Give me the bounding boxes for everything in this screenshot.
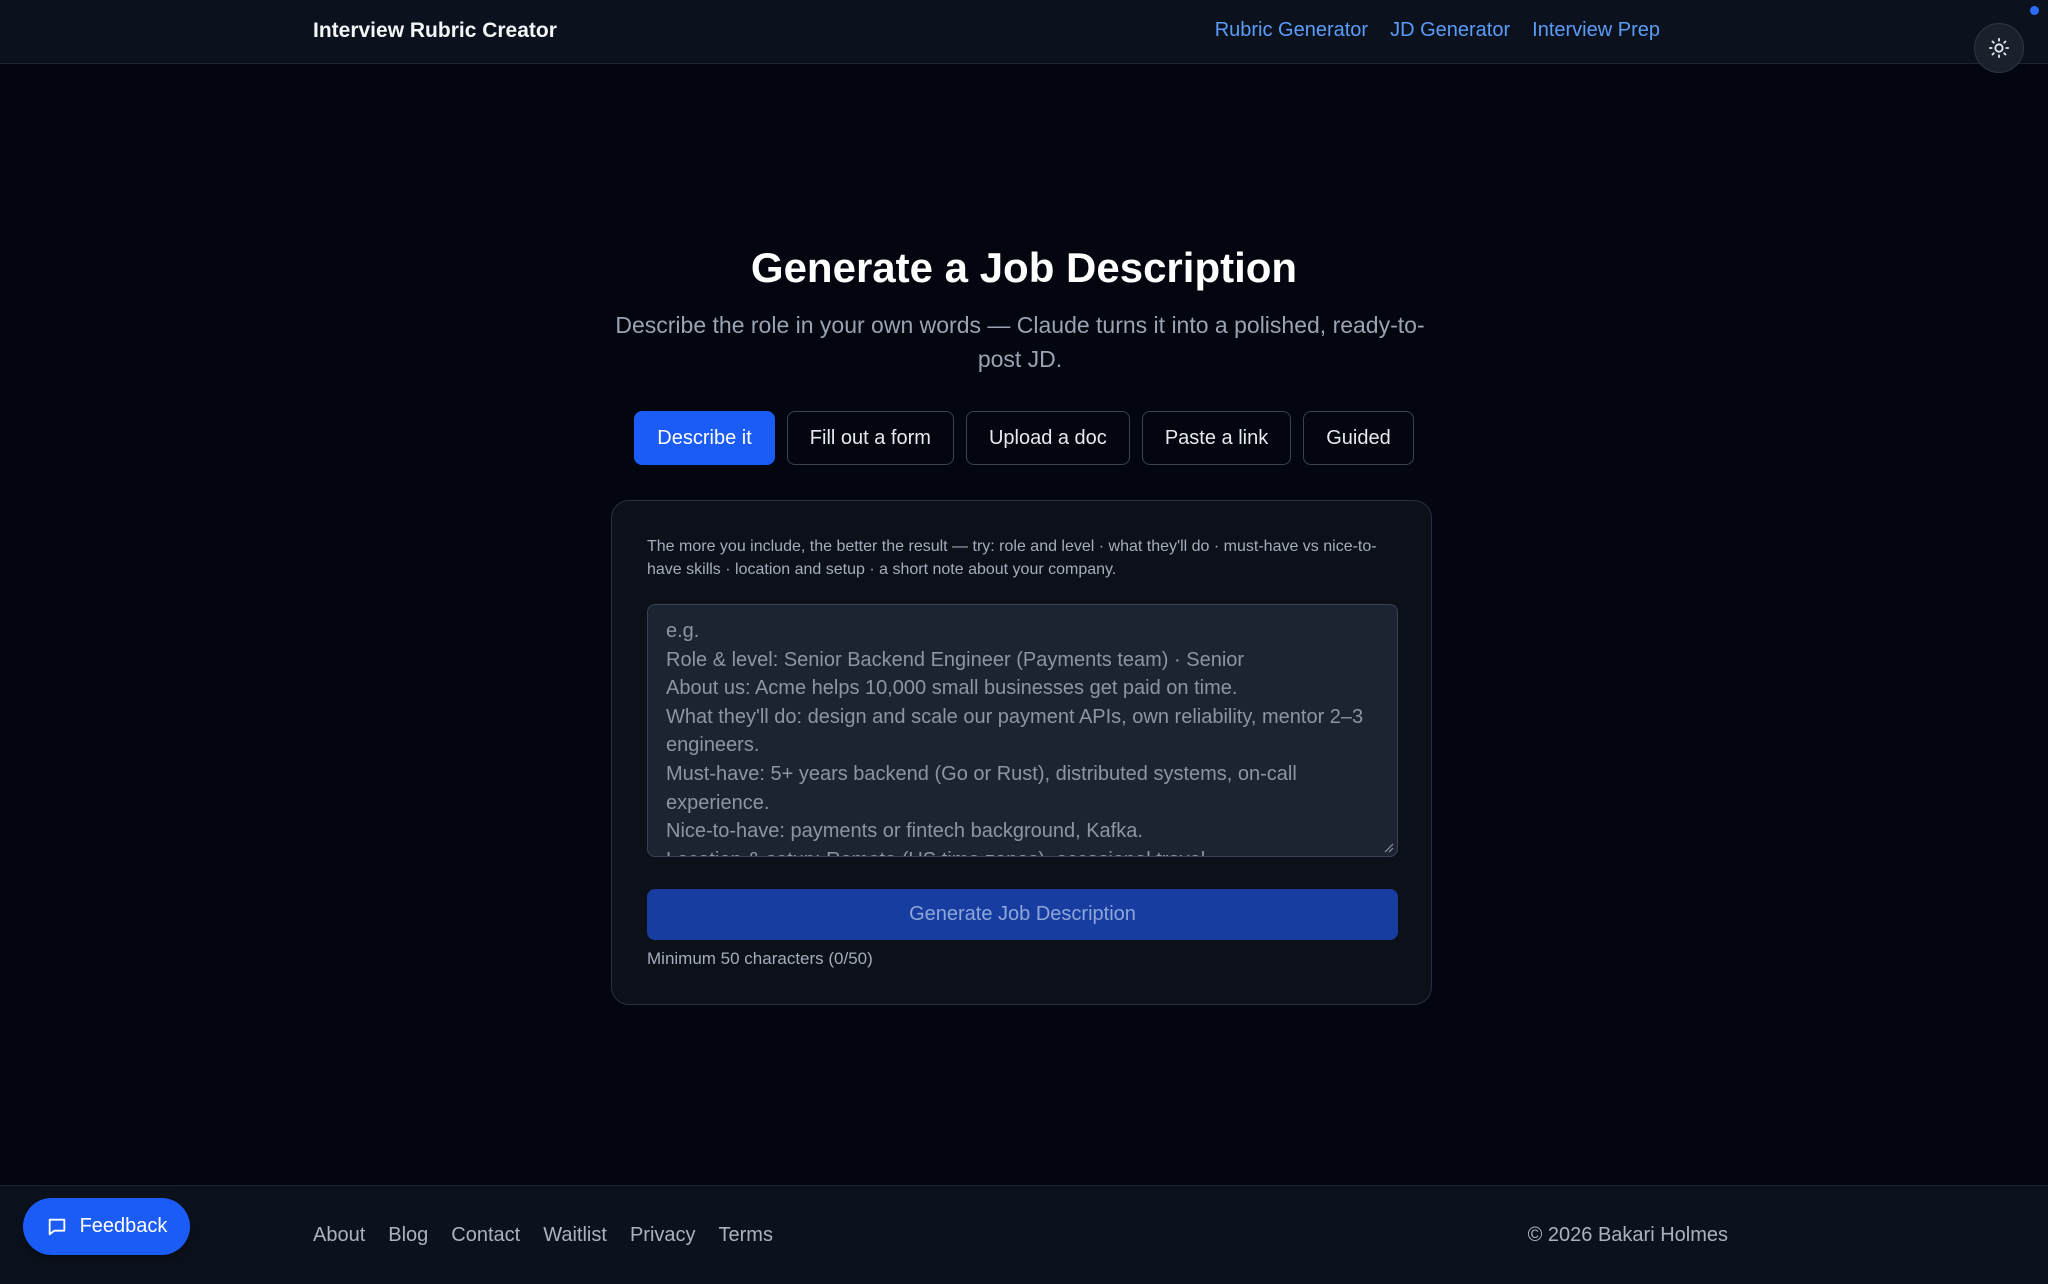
sun-icon xyxy=(1988,37,2010,59)
input-hint: The more you include, the better the res… xyxy=(647,538,1377,578)
footer-links: About Blog Contact Waitlist Privacy Term… xyxy=(313,1224,773,1247)
nav-interview-prep[interactable]: Interview Prep xyxy=(1532,19,1660,42)
input-mode-tabs: Describe it Fill out a form Upload a doc… xyxy=(0,411,2048,465)
tab-describe-it[interactable]: Describe it xyxy=(634,411,775,465)
nav-rubric-generator[interactable]: Rubric Generator xyxy=(1215,19,1368,42)
page-footer: About Blog Contact Waitlist Privacy Term… xyxy=(0,1185,2048,1284)
describe-card: The more you include, the better the res… xyxy=(611,500,1432,1005)
feedback-label: Feedback xyxy=(79,1215,168,1237)
top-header: Interview Rubric Creator Rubric Generato… xyxy=(0,0,2048,64)
resize-handle-icon[interactable] xyxy=(1384,843,1394,853)
page-subtitle: Describe the role in your own words — Cl… xyxy=(615,312,1425,372)
role-description-input[interactable] xyxy=(647,604,1398,857)
footer-link-terms[interactable]: Terms xyxy=(719,1224,773,1247)
tab-paste-link[interactable]: Paste a link xyxy=(1141,411,1292,465)
footer-link-blog[interactable]: Blog xyxy=(388,1224,428,1247)
copyright-text: © 2026 Bakari Holmes xyxy=(1527,1224,1728,1246)
character-count-note: Minimum 50 characters (0/50) xyxy=(647,949,873,968)
chat-bubble-icon xyxy=(48,1218,65,1235)
feedback-button[interactable]: Feedback xyxy=(23,1198,190,1255)
footer-link-privacy[interactable]: Privacy xyxy=(630,1224,696,1247)
footer-link-contact[interactable]: Contact xyxy=(451,1224,520,1247)
notification-dot xyxy=(2030,6,2039,15)
main-nav: Rubric Generator JD Generator Interview … xyxy=(1215,19,1660,42)
page-title: Generate a Job Description xyxy=(750,244,1298,291)
tab-guided[interactable]: Guided xyxy=(1303,411,1414,465)
generate-jd-button[interactable]: Generate Job Description xyxy=(647,889,1398,940)
tab-fill-out-form[interactable]: Fill out a form xyxy=(786,411,954,465)
tab-upload-doc[interactable]: Upload a doc xyxy=(965,411,1130,465)
brand-title: Interview Rubric Creator xyxy=(313,19,557,42)
nav-jd-generator[interactable]: JD Generator xyxy=(1390,19,1510,42)
theme-toggle-button[interactable] xyxy=(1974,23,2024,73)
page: Interview Rubric Creator Rubric Generato… xyxy=(0,0,2048,1284)
footer-link-about[interactable]: About xyxy=(313,1224,365,1247)
footer-link-waitlist[interactable]: Waitlist xyxy=(543,1224,607,1247)
